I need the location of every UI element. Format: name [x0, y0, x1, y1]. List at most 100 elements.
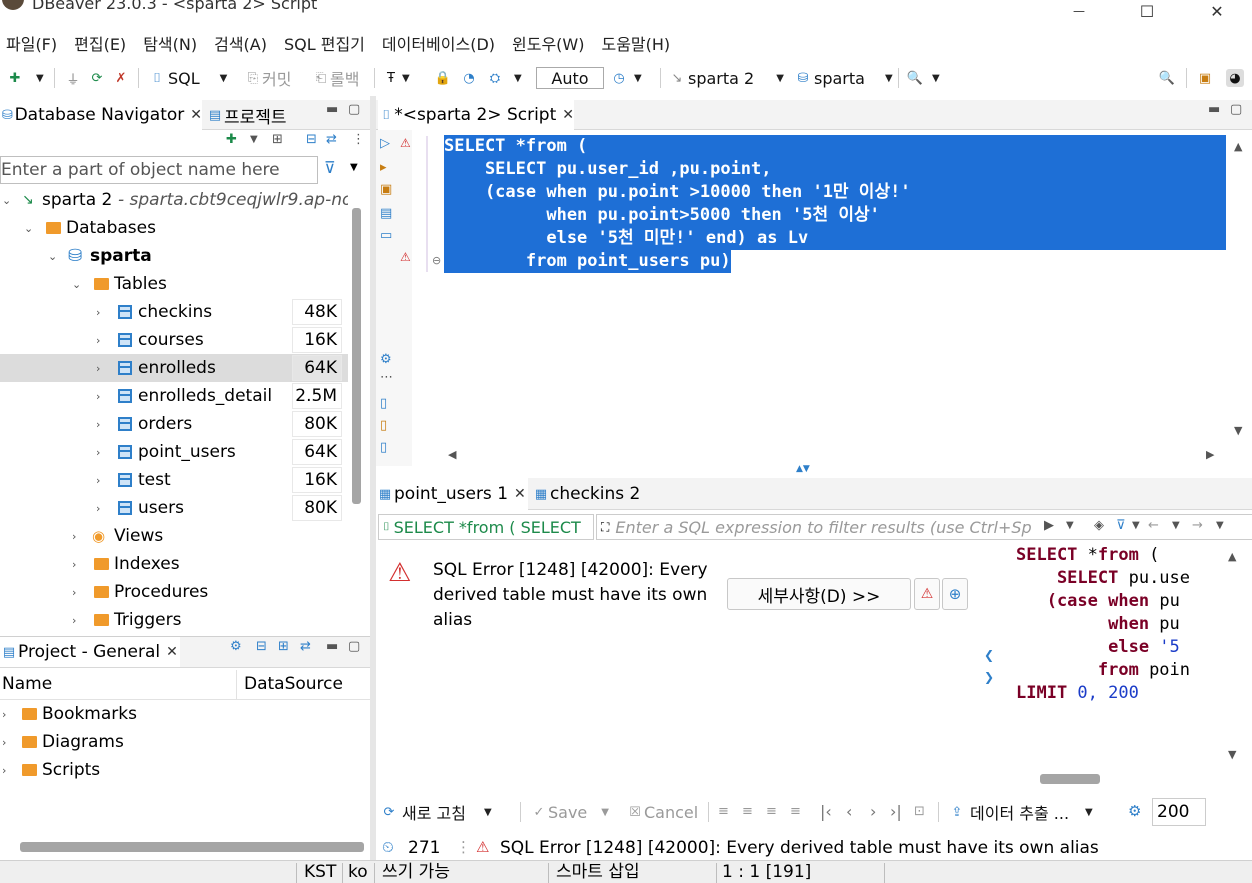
tree-table-row[interactable]: › courses 16K — [0, 326, 348, 354]
connect-button[interactable]: ⏚ — [64, 66, 82, 90]
chevron-down-icon[interactable]: ▼ — [1132, 520, 1140, 531]
add-row-icon[interactable]: ≡ — [742, 804, 753, 819]
tab-sql-script[interactable]: ⌷ *<sparta 2> Script ✕ — [378, 100, 574, 130]
first-page-icon[interactable]: |‹ — [820, 802, 832, 821]
reconnect-button[interactable]: ⟳ — [88, 66, 106, 90]
close-window-button[interactable]: ✕ — [1182, 0, 1252, 22]
session-manager-button[interactable]: ⛭ ▼ — [486, 66, 522, 90]
close-icon[interactable]: ✕ — [562, 107, 574, 123]
scroll-down-icon[interactable]: ▼ — [1228, 748, 1236, 761]
sql-code[interactable]: SELECT *from ( SELECT pu.user_id ,pu.poi… — [444, 135, 1226, 273]
execute-new-tab-icon[interactable]: ▣ — [380, 182, 392, 197]
tree-table-row[interactable]: › enrolleds_detail 2.5M — [0, 382, 348, 410]
back-icon[interactable]: ← — [1148, 518, 1159, 533]
menu-navigate[interactable]: 탐색(N) — [137, 31, 208, 55]
chevron-right-icon[interactable]: › — [2, 764, 6, 777]
maximize-button[interactable]: ☐ — [1112, 0, 1182, 22]
scroll-right-icon[interactable]: ▶ — [1206, 448, 1214, 461]
console-icon[interactable]: ▭ — [380, 228, 392, 243]
gear-icon[interactable]: ⚙ — [1128, 802, 1141, 820]
tree-schema-node[interactable]: ⌄ ⛁ sparta — [0, 242, 348, 270]
search-help-button[interactable]: ⊕ — [942, 578, 968, 610]
open-script-icon[interactable]: ▯ — [380, 418, 387, 433]
collapse-panel-icon[interactable]: ❮ — [984, 648, 994, 662]
maximize-view-button[interactable]: ▢ — [1230, 102, 1242, 117]
gear-icon[interactable]: ⚙ — [230, 639, 242, 654]
explain-plan-icon[interactable]: ▤ — [380, 206, 392, 221]
new-connection-icon[interactable]: ✚ — [226, 132, 237, 147]
chevron-right-icon[interactable]: › — [72, 558, 76, 571]
list-item[interactable]: › Bookmarks — [0, 700, 348, 728]
tree-scrollbar[interactable] — [352, 208, 361, 504]
chevron-right-icon[interactable]: › — [96, 306, 100, 319]
cancel-button[interactable]: ☒ Cancel — [626, 800, 698, 824]
delete-row-icon[interactable]: ≡ — [790, 804, 801, 819]
menu-file[interactable]: 파일(F) — [0, 31, 68, 55]
chevron-down-icon[interactable]: ⌄ — [48, 250, 57, 263]
close-icon[interactable]: ✕ — [190, 107, 202, 123]
chevron-down-icon[interactable]: ▼ — [1172, 520, 1180, 531]
view-menu-icon[interactable]: ⋮ — [352, 132, 365, 147]
editor-vertical-scrollbar[interactable]: ▲ ▼ — [1230, 140, 1250, 440]
fetch-size-input[interactable]: 200 — [1152, 798, 1206, 826]
chevron-right-icon[interactable]: › — [72, 614, 76, 627]
chevron-right-icon[interactable]: › — [96, 502, 100, 515]
expand-icon[interactable]: ⛶ — [601, 520, 609, 535]
transaction-mode-menu[interactable]: Ŧ ▼ — [382, 66, 410, 90]
navigator-filter-input[interactable] — [1, 157, 317, 183]
disconnect-button[interactable]: ✗ — [112, 66, 130, 90]
menu-database[interactable]: 데이터베이스(D) — [376, 31, 506, 55]
tab-project-general[interactable]: ▤ Project - General ✕ — [0, 637, 180, 667]
refresh-button[interactable]: ⟳ 새로 고침 ▼ — [380, 800, 492, 824]
prev-page-icon[interactable]: ‹ — [846, 802, 852, 821]
tab-result-checkins[interactable]: ▦ checkins 2 — [532, 478, 660, 510]
chevron-down-icon[interactable]: ▼ — [1216, 520, 1224, 531]
maximize-view-button[interactable]: ▢ — [348, 639, 360, 654]
new-folder-icon[interactable]: ⊞ — [272, 132, 283, 147]
tree-table-row[interactable]: › orders 80K — [0, 410, 348, 438]
history-button[interactable]: ◷ ▼ — [610, 66, 641, 90]
collapse-all-icon[interactable]: ⊟ — [306, 132, 317, 147]
active-connection-selector[interactable]: ↘ sparta 2 ▼ — [668, 66, 784, 90]
link-editor-icon[interactable]: ⇄ — [326, 132, 337, 147]
link-editor-icon[interactable]: ⇄ — [300, 639, 311, 654]
new-connection-button[interactable]: ✚ ▼ — [6, 66, 44, 90]
tree-procedures-node[interactable]: › Procedures — [0, 578, 348, 606]
chevron-down-icon[interactable]: ▼ — [1066, 520, 1074, 531]
column-header-name[interactable]: Name — [2, 674, 52, 694]
perspective-button[interactable]: ▣ — [1196, 66, 1214, 90]
minimize-view-button[interactable]: ▬ — [1208, 102, 1220, 117]
expand-all-icon[interactable]: ⊞ — [278, 639, 289, 654]
scroll-left-icon[interactable]: ◀ — [448, 448, 456, 461]
filter-icon[interactable]: ⊽ — [1116, 518, 1126, 533]
column-header-datasource[interactable]: DataSource — [244, 674, 343, 694]
tree-table-row-selected[interactable]: › enrolleds 64K — [0, 354, 348, 382]
rollback-button[interactable]: ⎗ 롤백 — [312, 66, 360, 90]
dashboard-button[interactable]: ◔ — [460, 66, 478, 90]
filter-icon[interactable]: ⊽ — [324, 158, 336, 177]
minimize-view-button[interactable]: ▬ — [326, 102, 338, 117]
save-script-icon[interactable]: ▯ — [380, 440, 387, 455]
tab-projects[interactable]: ▤ 프로젝트 — [206, 100, 316, 130]
menu-window[interactable]: 윈도우(W) — [506, 31, 595, 55]
maximize-view-button[interactable]: ▢ — [348, 102, 360, 117]
more-icon[interactable]: ⋯ — [380, 370, 393, 385]
export-data-button[interactable]: ⇪ 데이터 추출 ... ▼ — [948, 800, 1093, 824]
tab-result-point-users[interactable]: ▦ point_users 1 ✕ — [376, 478, 528, 510]
tab-database-navigator[interactable]: ⛁ Database Navigator ✕ — [0, 100, 202, 130]
tree-indexes-node[interactable]: › Indexes — [0, 550, 348, 578]
save-button[interactable]: ✓ Save ▼ — [530, 800, 609, 824]
filter-input[interactable]: Enter a SQL expression to filter results… — [615, 518, 1031, 537]
chevron-right-icon[interactable]: › — [96, 390, 100, 403]
tree-table-row[interactable]: › test 16K — [0, 466, 348, 494]
menu-edit[interactable]: 편집(E) — [68, 31, 137, 55]
dbeaver-perspective-button[interactable]: ◕ — [1226, 66, 1244, 90]
panel-toggle-icon[interactable]: ▲▼ — [796, 464, 810, 474]
chevron-down-icon[interactable]: ⌄ — [24, 222, 33, 235]
chevron-down-icon[interactable]: ⌄ — [2, 194, 11, 207]
transaction-mode-field[interactable]: Auto — [536, 67, 604, 89]
edit-row-icon[interactable]: ≡ — [718, 804, 729, 819]
search-menu-button[interactable]: 🔍 ▼ — [906, 66, 940, 90]
close-icon[interactable]: ✕ — [166, 644, 178, 660]
chevron-right-icon[interactable]: › — [96, 418, 100, 431]
